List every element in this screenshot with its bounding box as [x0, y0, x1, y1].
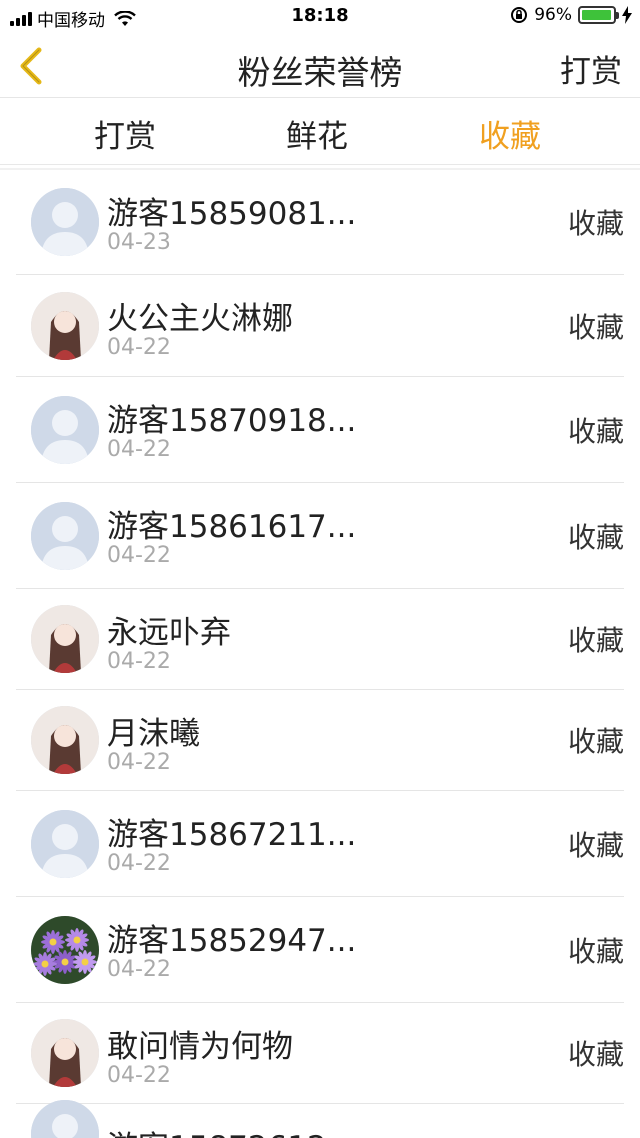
fan-date: 04-22	[107, 543, 171, 568]
fan-name: 游客15859081...	[107, 196, 357, 232]
rotation-lock-icon	[511, 7, 528, 23]
fan-date: 04-22	[107, 1063, 171, 1088]
avatar[interactable]	[31, 395, 99, 464]
action-type: 收藏	[567, 520, 624, 554]
action-type: 收藏	[567, 725, 624, 758]
avatar[interactable]	[31, 915, 99, 984]
list-item[interactable]: 游客15867211... 04-22 收藏	[16, 791, 624, 897]
action-type: 收藏	[567, 624, 624, 657]
list-item[interactable]: 永远卟弃 04-22 收藏	[16, 589, 624, 690]
status-bar-right: 96%	[510, 5, 632, 25]
avatar[interactable]	[31, 1019, 99, 1087]
battery-icon	[578, 6, 619, 24]
fan-name: 游客15872612	[107, 1122, 327, 1138]
fan-name: 火公主火淋娜	[107, 301, 293, 337]
fan-name: 游客15867211...	[107, 817, 357, 853]
fan-name: 月沫曦	[107, 716, 200, 752]
tab-reward[interactable]: 打赏	[94, 111, 156, 156]
avatar[interactable]	[31, 605, 99, 673]
battery-percent: 96%	[534, 5, 572, 25]
fan-date: 04-22	[107, 750, 171, 775]
list-item[interactable]: 火公主火淋娜 04-22 收藏	[16, 275, 624, 377]
list-item[interactable]: 游客15852947... 04-22 收藏	[16, 897, 624, 1003]
fan-date: 04-22	[107, 335, 171, 360]
reward-button[interactable]: 打赏	[560, 46, 622, 91]
fan-date: 04-22	[107, 851, 171, 876]
fan-name: 游客15861617...	[107, 509, 357, 545]
charging-icon	[622, 6, 632, 24]
nav-bar: 粉丝荣誉榜 打赏	[0, 34, 640, 98]
fan-name: 敢问情为何物	[107, 1029, 293, 1065]
fan-date: 04-22	[107, 957, 171, 982]
action-type: 收藏	[567, 1038, 624, 1071]
fan-name: 游客15870918...	[107, 403, 357, 439]
avatar[interactable]	[31, 706, 99, 774]
action-type: 收藏	[567, 310, 624, 344]
fan-list: 游客15859081... 04-23 收藏 火公主火淋娜 04-22 收藏 游…	[0, 170, 640, 1138]
status-bar: 中国移动 18:18 96%	[0, 0, 640, 34]
avatar[interactable]	[31, 1099, 99, 1138]
fan-name: 游客15852947...	[107, 923, 357, 959]
action-type: 收藏	[567, 934, 624, 968]
page-title: 粉丝荣誉榜	[237, 53, 403, 92]
tab-flowers[interactable]: 鲜花	[286, 111, 348, 156]
action-type: 收藏	[567, 414, 624, 448]
tab-bar: 打赏 鲜花 收藏	[0, 99, 640, 165]
fan-date: 04-22	[107, 437, 171, 462]
avatar[interactable]	[31, 291, 99, 360]
avatar[interactable]	[31, 501, 99, 570]
fan-date: 04-23	[107, 230, 171, 255]
list-item[interactable]: 游客15872612	[16, 1099, 624, 1138]
avatar[interactable]	[31, 809, 99, 878]
list-item[interactable]: 游客15859081... 04-23 收藏	[16, 170, 624, 275]
action-type: 收藏	[567, 207, 624, 240]
list-item[interactable]: 游客15870918... 04-22 收藏	[16, 377, 624, 483]
action-type: 收藏	[567, 828, 624, 862]
fan-date: 04-22	[107, 649, 171, 674]
tab-favorites[interactable]: 收藏	[479, 111, 541, 156]
avatar[interactable]	[31, 188, 99, 256]
fan-name: 永远卟弃	[107, 615, 231, 651]
list-item[interactable]: 月沫曦 04-22 收藏	[16, 690, 624, 791]
list-item[interactable]: 敢问情为何物 04-22 收藏	[16, 1003, 624, 1104]
list-item[interactable]: 游客15861617... 04-22 收藏	[16, 483, 624, 589]
